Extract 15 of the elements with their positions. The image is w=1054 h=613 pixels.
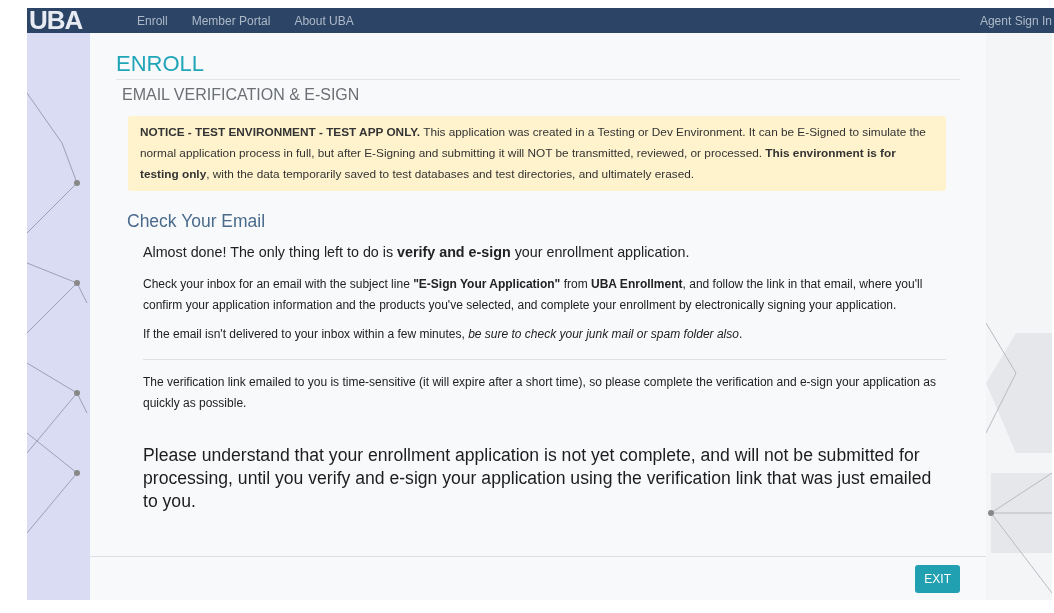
notice-alert: NOTICE - TEST ENVIRONMENT - TEST APP ONLY. This application was created in a Testing or Dev Environment. It can be E-Signed to simulate the normal application process in full, but after E-Signing and submitting it will NOT be transmitted, reviewed, or processed. This environment is for testing only, with the data temporarily saved to test databases and test directories, and ultimately erased. bbox=[128, 116, 946, 191]
nav-link[interactable]: About UBA bbox=[294, 13, 354, 28]
exit-button[interactable]: EXIT bbox=[915, 565, 960, 593]
page-title: ENROLL bbox=[116, 51, 960, 80]
nav-link[interactable]: Agent Sign In bbox=[979, 13, 1052, 28]
section-heading: Check Your Email bbox=[127, 211, 267, 232]
paragraph: The verification link emailed to you is time-sensitive (it will expire after a short time), so please complete the verification and e-sign your application as quickly as possible. bbox=[143, 374, 938, 412]
page-subtitle: EMAIL VERIFICATION & E-SIGN bbox=[122, 86, 361, 104]
nav-link[interactable]: Enroll bbox=[137, 13, 168, 28]
paragraph: If the email isn't delivered to your inbox within a few minutes, be sure to check your junk mail or spam folder also. bbox=[143, 326, 744, 343]
lead-text: Almost done! The only thing left to do is verify and e-sign your enrollment application. bbox=[143, 244, 691, 260]
warning-text: Please understand that your enrollment application is not yet complete, and will not be submitted for processing, until you verify and e-sign your application using the verification link that was just emailed to you. bbox=[143, 444, 933, 513]
nav-link[interactable]: Member Portal bbox=[191, 13, 271, 28]
logo[interactable]: UBA bbox=[27, 8, 109, 33]
paragraph: Check your inbox for an email with the subject line "E-Sign Your Application" from UBA Enrollment, and follow the link in that email, where you'll confirm your application information and the products you've selected, and complete your enrollment by electronically signing your application. bbox=[143, 276, 924, 314]
